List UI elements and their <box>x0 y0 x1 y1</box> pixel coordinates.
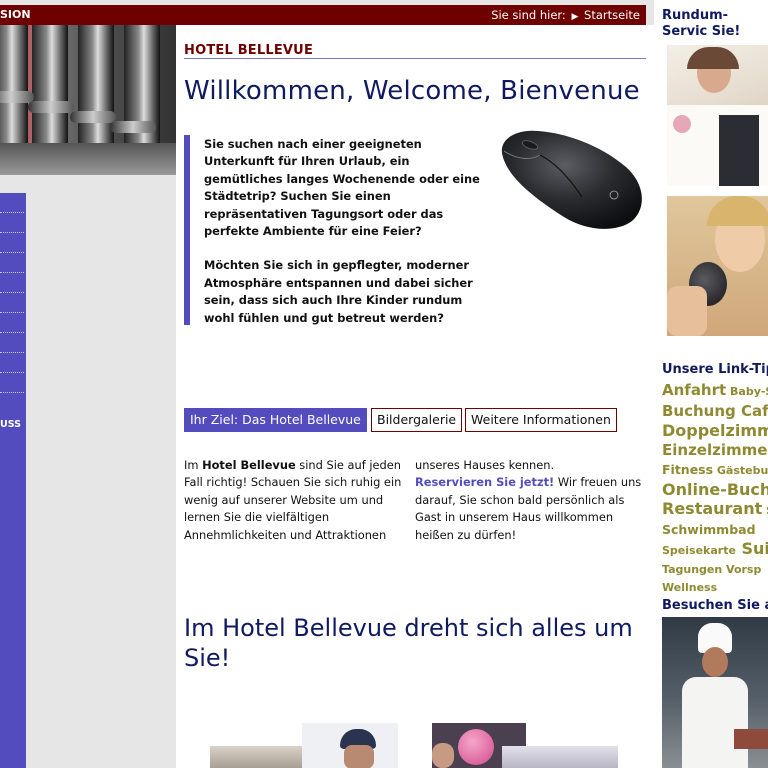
tag-link[interactable]: S <box>762 504 768 517</box>
left-navigation: USS <box>0 193 26 768</box>
tag-line: Online-Buchu <box>662 480 768 499</box>
topbar-left-text: SION <box>0 8 31 21</box>
woman-cosmetics-photo[interactable] <box>667 196 768 336</box>
reserve-now-link[interactable]: Reservieren Sie jetzt! <box>415 475 554 489</box>
hotel-heading: HOTEL BELLEVUE <box>184 43 314 58</box>
hotel-name-bold: Hotel Bellevue <box>202 458 296 472</box>
intro-paragraph-2: Möchten Sie sich in gepflegter, moderner… <box>204 258 473 325</box>
left-nav-item-label[interactable]: USS <box>0 419 21 430</box>
page-title: Willkommen, Welcome, Bienvenue <box>184 76 640 106</box>
text-col1-prefix: Im <box>184 458 203 472</box>
text-column-1: Im Hotel Bellevue sind Sie auf jeden Fal… <box>184 457 409 544</box>
link-tag-cloud: Anfahrt Baby-SBuchung CaféDoppelzimmeEin… <box>662 380 768 595</box>
tag-link[interactable]: Online-Buchu <box>662 480 768 499</box>
tag-link[interactable]: Buchung Café <box>662 402 768 420</box>
tag-line: Fitness Gästebuch <box>662 460 768 480</box>
tag-link[interactable]: Baby-S <box>726 385 768 398</box>
tag-link[interactable]: Anfahrt <box>662 381 726 399</box>
tag-link[interactable]: Fitness <box>662 462 713 477</box>
tag-link[interactable]: Speisekarte <box>662 544 736 557</box>
intro-paragraph-1: Sie suchen nach einer geeigneten Unterku… <box>204 137 480 239</box>
tag-link[interactable]: Doppelzimme <box>662 421 768 440</box>
tab-hotel-bellevue[interactable]: Ihr Ziel: Das Hotel Bellevue <box>184 408 367 432</box>
tag-link[interactable]: Tagungen Vorsp <box>662 563 761 576</box>
top-bar: SION Sie sind hier: ▶ Startseite <box>0 5 646 25</box>
text-col2-start: unseres Hauses kennen. <box>415 458 555 472</box>
breadcrumb-label: Sie sind hier: <box>491 8 566 22</box>
breadcrumb-arrow-icon: ▶ <box>571 12 579 22</box>
thumb-photo-man-cap[interactable] <box>302 723 398 768</box>
tag-line: Anfahrt Baby-S <box>662 380 768 401</box>
computer-mouse-image <box>501 130 642 229</box>
heading-divider <box>184 58 646 59</box>
services-heading: Rundum-Servic Sie! <box>662 8 741 39</box>
tag-link[interactable]: Schwimmbad <box>662 522 756 537</box>
tag-link[interactable]: Suite <box>736 539 768 558</box>
intro-block: Sie suchen nach einer geeigneten Unterku… <box>184 135 484 325</box>
tag-link[interactable]: Einzelzimmer <box>662 441 768 459</box>
tab-weitere-informationen[interactable]: Weitere Informationen <box>465 408 617 432</box>
breadcrumb-link-start[interactable]: Startseite <box>584 8 640 22</box>
tag-line: Doppelzimme <box>662 421 768 440</box>
tab-bildergalerie[interactable]: Bildergalerie <box>371 408 463 432</box>
tag-line: Restaurant S <box>662 499 768 520</box>
chef-photo[interactable] <box>662 617 768 768</box>
header-columns-image <box>0 25 176 175</box>
breadcrumb: Sie sind hier: ▶ Startseite <box>491 8 640 22</box>
main-content: HOTEL BELLEVUE Willkommen, Welcome, Bien… <box>176 25 654 768</box>
tag-line: Schwimmbad <box>662 520 768 539</box>
tag-line: Wellness <box>662 578 768 596</box>
thumb-photo-4[interactable] <box>502 746 618 768</box>
right-sidebar: Rundum-Servic Sie! Unsere Link-Tip Anfah… <box>654 0 768 768</box>
tag-line: Buchung Café <box>662 401 768 421</box>
link-tips-heading: Unsere Link-Tip <box>662 362 768 377</box>
visit-heading: Besuchen Sie a <box>662 598 768 613</box>
section-heading: Im Hotel Bellevue dreht sich alles um Si… <box>184 614 633 672</box>
tag-link[interactable]: Wellness <box>662 581 717 594</box>
tag-link[interactable]: Restaurant <box>662 499 762 518</box>
tag-link[interactable]: Gästebuch <box>713 464 768 477</box>
text-column-2: unseres Hauses kennen. Reservieren Sie j… <box>415 457 647 544</box>
wedding-couple-photo[interactable] <box>667 45 768 186</box>
tag-line: Speisekarte Suite <box>662 539 768 560</box>
tag-line: Einzelzimmer <box>662 440 768 460</box>
tag-line: Tagungen Vorsp <box>662 560 768 578</box>
